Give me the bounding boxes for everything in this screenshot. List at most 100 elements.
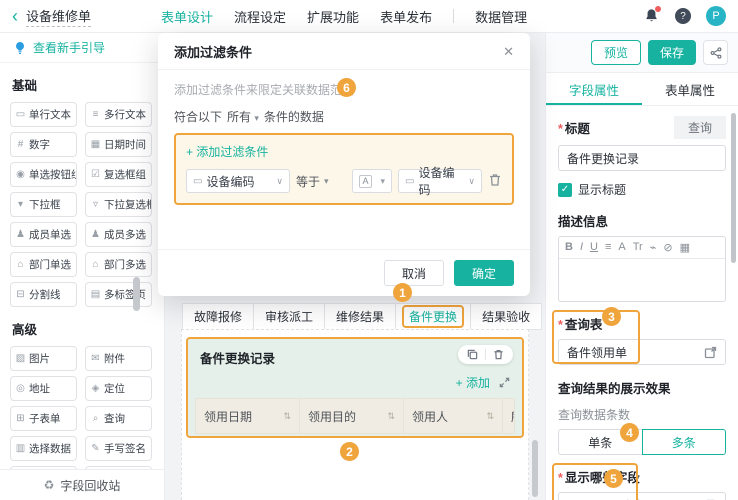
query-table-group: * 查询表 备件领用单 xyxy=(552,310,726,365)
field-button-datetime[interactable]: ▦ 日期时间 xyxy=(85,132,152,157)
field-button-number[interactable]: # 数字 xyxy=(10,132,77,157)
match-mode-select[interactable]: 所有 ▾ xyxy=(227,108,259,125)
expand-icon[interactable] xyxy=(499,377,510,388)
field-button-location[interactable]: ◈ 定位 xyxy=(85,376,152,401)
field-button-image[interactable]: ▨ 图片 xyxy=(10,346,77,371)
tab-result-accept[interactable]: 结果验收 xyxy=(470,303,543,330)
field-label: 选择数据 xyxy=(29,443,71,455)
condition-value-select[interactable]: ▭ 设备编码 ∨ xyxy=(398,166,482,197)
tab-data-manage[interactable]: 数据管理 xyxy=(475,7,527,26)
newbie-guide-link[interactable]: 查看新手引导 xyxy=(0,33,164,63)
field-button-tab-container[interactable]: ▤ 多标签页 xyxy=(85,282,152,307)
query-table-select[interactable]: 备件领用单 xyxy=(558,339,726,365)
bold-icon[interactable]: B xyxy=(565,241,573,254)
share-button[interactable] xyxy=(703,40,728,65)
field-button-dept-multi[interactable]: ⌂ 部门多选 xyxy=(85,252,152,277)
field-button-select[interactable]: ▾ 下拉框 xyxy=(10,192,77,217)
display-fields-label: * 显示哪些字段 xyxy=(558,471,640,485)
field-type-badge[interactable]: 查询 xyxy=(673,116,726,139)
copy-icon[interactable] xyxy=(467,349,478,360)
insert-image-icon[interactable]: ▦ xyxy=(680,241,690,254)
column-header[interactable]: 所在部 xyxy=(503,399,514,433)
field-button-attachment[interactable]: ✉ 附件 xyxy=(85,346,152,371)
tab-repair-result[interactable]: 维修结果 xyxy=(324,303,397,330)
unlink-icon[interactable]: ⊘ xyxy=(663,241,672,254)
step-badge-3: 3 xyxy=(602,307,621,326)
query-icon: ⌕ xyxy=(92,413,99,424)
condition-operator-select[interactable]: 等于 ▾ xyxy=(296,173,346,190)
notification-bell-icon[interactable] xyxy=(644,6,661,24)
sort-icon[interactable]: ⇅ xyxy=(486,399,494,433)
trash-icon[interactable] xyxy=(493,349,504,360)
plus-icon: + xyxy=(455,376,463,390)
align-icon[interactable]: ≡ xyxy=(605,241,611,254)
underline-icon[interactable]: U xyxy=(590,241,598,254)
multiple-records-button[interactable]: 多条 xyxy=(641,429,726,455)
description-editor[interactable]: B I U ≡ A Tr ⌁ ⊘ ▦ xyxy=(558,236,726,302)
sort-icon[interactable]: ⇅ xyxy=(283,399,291,433)
chevron-down-icon: ∨ xyxy=(276,175,283,186)
tab-extensions[interactable]: 扩展功能 xyxy=(307,7,359,26)
query-field-panel[interactable]: 备件更换记录 + 添加 领用日期⇅ 领用目的⇅ 领用人⇅ 所在部 xyxy=(186,337,524,438)
tab-publish[interactable]: 表单发布 xyxy=(380,7,432,26)
property-panel: 预览 保存 字段属性 表单属性 * 标题 查询 备件更换记录 ✓ 显示标题 描述信… xyxy=(545,33,738,500)
field-button-divider[interactable]: ⊟ 分割线 xyxy=(10,282,77,307)
user-avatar[interactable]: P xyxy=(706,6,726,26)
close-icon[interactable]: ✕ xyxy=(503,44,514,60)
field-button-checkbox-group[interactable]: ☑ 复选框组 xyxy=(85,162,152,187)
field-button-member-multi[interactable]: ♟ 成员多选 xyxy=(85,222,152,247)
tab-field-props[interactable]: 字段属性 xyxy=(546,73,642,105)
field-button-data-link[interactable]: ▥ 选择数据 xyxy=(10,436,77,461)
field-button-multi-select[interactable]: ▿ 下拉复选框 xyxy=(85,192,152,217)
column-header[interactable]: 领用日期 ⇅ xyxy=(196,399,300,433)
italic-icon[interactable]: I xyxy=(580,241,583,254)
back-icon[interactable]: ‹ xyxy=(12,7,18,25)
show-title-checkbox[interactable]: ✓ xyxy=(558,182,572,197)
delete-condition-button[interactable] xyxy=(488,173,502,190)
tab-form-design[interactable]: 表单设计 xyxy=(161,7,213,26)
value-type-select[interactable]: A ▾ xyxy=(352,169,392,193)
field-button-subform[interactable]: ⊞ 子表单 xyxy=(10,406,77,431)
tab-workflow[interactable]: 流程设定 xyxy=(234,7,286,26)
open-form-link-icon[interactable] xyxy=(704,346,717,359)
link-icon[interactable]: ⌁ xyxy=(650,241,657,254)
field-button-dept-single[interactable]: ⌂ 部门单选 xyxy=(10,252,77,277)
sidebar-scrollbar[interactable] xyxy=(133,277,140,311)
field-button-radio-group[interactable]: ◉ 单选按钮组 xyxy=(10,162,77,187)
image-icon: ▨ xyxy=(15,353,26,364)
display-section-label: 查询结果的展示效果 xyxy=(558,382,671,396)
field-recycle-bin[interactable]: ♻ 字段回收站 xyxy=(0,469,164,500)
match-mode-value: 所有 xyxy=(227,110,252,124)
sort-icon[interactable]: ⇅ xyxy=(387,399,395,433)
canvas-scrollbar[interactable] xyxy=(532,440,538,497)
field-button-signature[interactable]: ✎ 手写签名 xyxy=(85,436,152,461)
form-title[interactable]: 设备维修单 xyxy=(26,6,92,27)
tab-parts-replace[interactable]: 备件更换 xyxy=(395,303,472,330)
add-row-button[interactable]: + 添加 xyxy=(456,374,490,391)
column-header[interactable]: 领用人 ⇅ xyxy=(404,399,503,433)
operator-value: 等于 xyxy=(296,174,321,189)
tab-form-props[interactable]: 表单属性 xyxy=(642,73,738,105)
editor-area[interactable] xyxy=(559,259,725,301)
add-filter-condition-button[interactable]: + 添加过滤条件 xyxy=(186,145,268,159)
font-color-icon[interactable]: A xyxy=(618,241,625,254)
title-input[interactable]: 备件更换记录 xyxy=(558,145,726,171)
column-header[interactable]: 领用目的 ⇅ xyxy=(300,399,404,433)
field-button-address[interactable]: ◎ 地址 xyxy=(10,376,77,401)
preview-button[interactable]: 预览 xyxy=(590,40,641,65)
field-button-multi-line-text[interactable]: ≡ 多行文本 xyxy=(85,102,152,127)
help-icon[interactable]: ? xyxy=(675,8,691,24)
tab-review-dispatch[interactable]: 审核派工 xyxy=(253,303,326,330)
save-button[interactable]: 保存 xyxy=(647,40,696,65)
tab-fault-report[interactable]: 故障报修 xyxy=(182,303,255,330)
cancel-button[interactable]: 取消 xyxy=(383,260,444,286)
field-button-query[interactable]: ⌕ 查询 xyxy=(85,406,152,431)
column-label: 所在部 xyxy=(511,408,514,425)
field-button-single-line-text[interactable]: ▭ 单行文本 xyxy=(10,102,77,127)
confirm-button[interactable]: 确定 xyxy=(453,260,514,286)
field-button-member-single[interactable]: ♟ 成员单选 xyxy=(10,222,77,247)
property-panel-scrollbar[interactable] xyxy=(731,113,736,263)
condition-field-select[interactable]: ▭ 设备编码 ∨ xyxy=(186,169,290,193)
display-fields-setting[interactable]: 显示 11 个字段 xyxy=(558,492,726,500)
font-style-icon[interactable]: Tr xyxy=(633,241,643,254)
